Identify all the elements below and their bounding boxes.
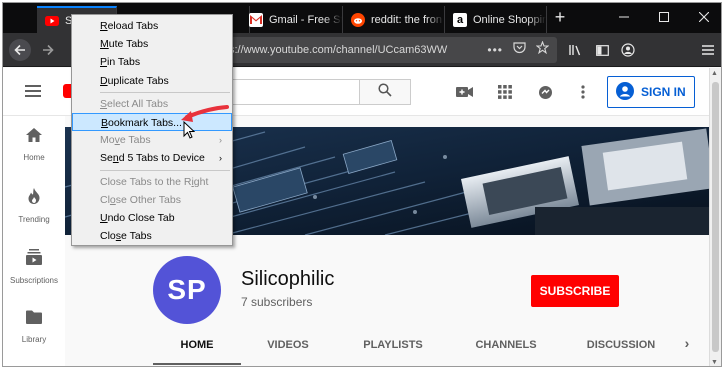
menu-item-close-tabs-right[interactable]: Close Tabs to the Right: [72, 173, 232, 191]
tab-playlists[interactable]: PLAYLISTS: [347, 339, 439, 365]
subscriber-count: 7 subscribers: [241, 295, 313, 309]
subscribe-button[interactable]: SUBSCRIBE: [531, 275, 619, 307]
menu-icon[interactable]: [697, 39, 719, 61]
sidebar-item-library[interactable]: Library: [3, 310, 65, 360]
new-tab-plus-icon[interactable]: +: [551, 8, 569, 27]
minimize-icon[interactable]: [615, 9, 633, 27]
sidebar-item-home[interactable]: Home: [3, 128, 65, 178]
mouse-cursor-icon: [183, 121, 195, 139]
sidebar-item-subscriptions[interactable]: Subscriptions: [3, 249, 65, 299]
menu-item-send-tabs-to-device[interactable]: Send 5 Tabs to Device ›: [72, 149, 232, 167]
menu-item-label: uplicate Tabs: [107, 74, 169, 87]
menu-item-label: elect All Tabs: [107, 97, 169, 110]
sidebar-item-label: Home: [23, 153, 45, 162]
search-icon: [378, 82, 392, 102]
menu-item-label: ute Tabs: [108, 38, 149, 51]
screenshot-frame: Si Gmail - Free St reddit: the fron a On…: [2, 2, 722, 367]
gmail-favicon-icon: [249, 12, 263, 27]
search-button[interactable]: [359, 79, 411, 105]
tab-discussion[interactable]: DISCUSSION: [573, 339, 669, 365]
star-icon[interactable]: [535, 37, 550, 63]
sidebar-item-label: Trending: [18, 215, 50, 224]
sign-in-label: SIGN IN: [641, 85, 686, 99]
sign-in-button[interactable]: SIGN IN: [607, 76, 695, 108]
more-icon[interactable]: •••: [487, 37, 503, 63]
menu-item-duplicate-tabs[interactable]: Duplicate Tabs: [72, 72, 232, 90]
messages-icon[interactable]: [535, 82, 555, 102]
apps-grid-icon[interactable]: [495, 82, 515, 102]
home-icon: [26, 128, 42, 147]
forward-arrow-icon[interactable]: [37, 39, 59, 61]
menu-item-move-tabs[interactable]: Move Tabs ›: [72, 131, 232, 149]
tab-channels[interactable]: CHANNELS: [461, 339, 551, 365]
menu-separator: [100, 169, 230, 171]
youtube-favicon-icon: [45, 14, 59, 28]
close-icon[interactable]: [695, 9, 713, 27]
hamburger-menu-icon[interactable]: [25, 85, 41, 97]
maximize-icon[interactable]: [655, 9, 673, 27]
menu-separator: [100, 91, 230, 93]
folder-icon: [26, 310, 42, 329]
amazon-favicon-icon: a: [453, 12, 467, 27]
menu-item-pin-tabs[interactable]: Pin Tabs: [72, 53, 232, 71]
menu-item-reload-tabs[interactable]: Reload Tabs: [72, 17, 232, 35]
sidebar-icon[interactable]: [591, 39, 613, 61]
submenu-arrow-icon: ›: [219, 153, 222, 164]
sidebar-item-label: Subscriptions: [9, 276, 59, 285]
menu-item-close-tabs[interactable]: Close Tabs: [72, 227, 232, 245]
back-arrow-icon[interactable]: [9, 39, 31, 61]
create-video-icon[interactable]: [455, 82, 475, 102]
tab-gmail[interactable]: Gmail - Free St: [241, 6, 343, 33]
sidebar-item-label: Library: [21, 335, 47, 344]
reddit-favicon-icon: [351, 12, 365, 27]
pocket-icon[interactable]: [513, 37, 526, 63]
sidebar-item-trending[interactable]: Trending: [3, 188, 65, 238]
menu-item-close-other-tabs[interactable]: Close Other Tabs: [72, 191, 232, 209]
scroll-up-icon[interactable]: ▲: [711, 70, 718, 77]
tab-videos[interactable]: VIDEOS: [253, 339, 323, 365]
tab-home[interactable]: HOME: [153, 339, 241, 365]
youtube-sidebar: Home Trending Subscriptions Library: [3, 116, 65, 366]
page-scrollbar[interactable]: ▲ ▼: [709, 68, 721, 366]
menu-item-label: eload Tabs: [107, 20, 159, 32]
account-circle-icon: [616, 81, 634, 103]
tab-amazon[interactable]: a Online Shoppin: [445, 6, 547, 33]
library-icon[interactable]: [565, 39, 587, 61]
menu-item-label: in Tabs: [107, 56, 141, 69]
tab-context-menu: Reload Tabs Mute Tabs Pin Tabs Duplicate…: [71, 14, 233, 246]
scroll-down-icon[interactable]: ▼: [711, 359, 718, 366]
submenu-arrow-icon: ›: [219, 135, 222, 146]
trending-icon: [28, 188, 40, 209]
url-text: s://www.youtube.com/channel/UCcam63WW: [229, 44, 448, 56]
more-options-icon[interactable]: [573, 82, 593, 102]
chevron-right-icon[interactable]: ›: [677, 335, 697, 361]
account-icon[interactable]: [617, 39, 639, 61]
channel-header: SP Silicophilic 7 subscribers SUBSCRIBE …: [65, 235, 711, 366]
menu-item-label: ookmark Tabs...: [108, 116, 182, 129]
search-input[interactable]: [231, 79, 359, 105]
channel-avatar[interactable]: SP: [153, 256, 221, 324]
tab-reddit[interactable]: reddit: the fron: [343, 6, 445, 33]
menu-item-undo-close-tab[interactable]: Undo Close Tab: [72, 209, 232, 227]
menu-item-mute-tabs[interactable]: Mute Tabs: [72, 35, 232, 53]
scrollbar-thumb[interactable]: [712, 82, 719, 352]
subscriptions-icon: [26, 249, 42, 270]
channel-name: Silicophilic: [241, 268, 335, 290]
